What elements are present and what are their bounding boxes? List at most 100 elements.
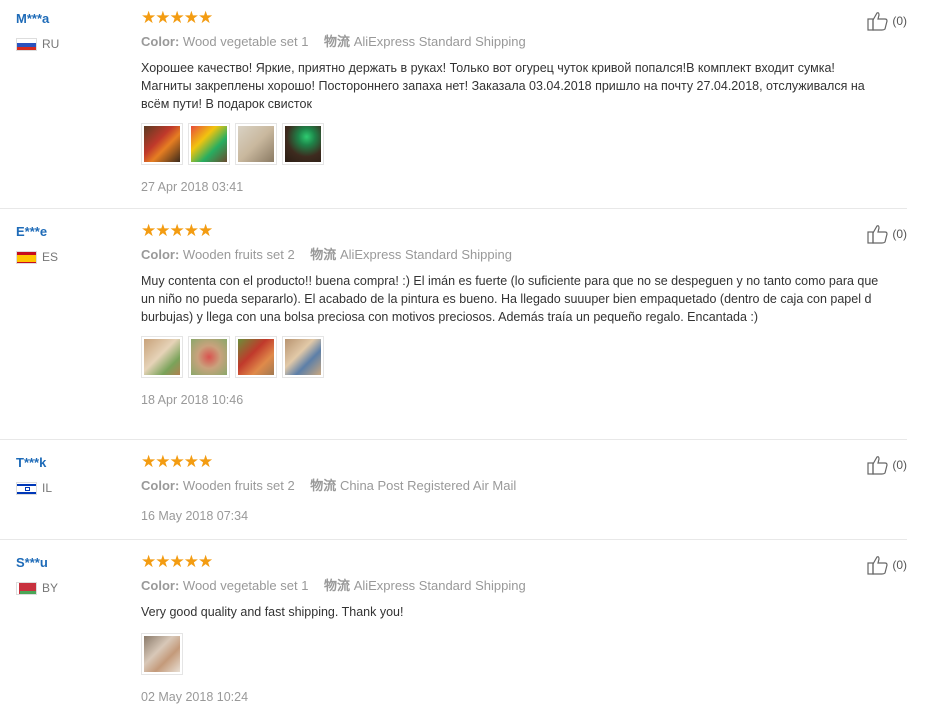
shipping-value: AliExpress Standard Shipping [339,247,512,262]
shipping-label: 物流 [310,478,337,493]
flag-es-icon [16,250,37,264]
country-code: IL [42,481,53,495]
color-value: Wood vegetable set 1 [182,578,309,593]
review-photos [141,336,881,378]
thumbs-up-icon [867,456,888,475]
review-content: ★ ★ ★ ★ ★ Color: Wooden fruits set 2 物流 AliE… [141,221,881,408]
star-icon: ★ [141,221,156,240]
star-icon: ★ [183,552,199,571]
review-photo-thumbnail[interactable] [235,336,277,378]
review-item: M***a RU ★ ★ ★ ★ ★ Color: Wood vegetable set… [0,0,907,209]
shipping-label: 物流 [324,34,351,49]
star-rating: ★ ★ ★ ★ ★ [141,552,881,571]
star-rating: ★ ★ ★ ★ ★ [141,221,881,240]
review-date: 18 Apr 2018 10:46 [141,393,244,407]
review-content: ★ ★ ★ ★ ★ Color: Wood vegetable set 1 物流 Ali… [141,8,881,195]
thumbs-up-icon [867,12,888,31]
country-code: ES [42,250,59,264]
star-icon: ★ [155,221,170,240]
helpful-button[interactable]: (0) [867,455,907,475]
helpful-button[interactable]: (0) [867,224,907,244]
color-label: Color: [141,34,180,49]
review-photo-thumbnail[interactable] [141,633,183,675]
review-photos [141,123,881,165]
flag-by-icon [16,581,37,595]
review-date: 27 Apr 2018 03:41 [141,180,244,194]
reviewer-country: ES [16,250,58,264]
shipping-value: AliExpress Standard Shipping [353,578,526,593]
helpful-button[interactable]: (0) [867,555,907,575]
reviewer-info: M***a RU [16,11,59,51]
review-photo-thumbnail[interactable] [282,123,324,165]
reviewer-name[interactable]: T***k [16,455,52,471]
shipping-label: 物流 [324,578,351,593]
review-date: 16 May 2018 07:34 [141,509,249,523]
star-icon: ★ [155,452,170,471]
star-icon: ★ [169,552,185,571]
review-content: ★ ★ ★ ★ ★ Color: Wooden fruits set 2 物流 Chin… [141,452,881,524]
star-icon: ★ [198,452,213,471]
thumbs-up-icon [867,556,888,575]
shipping-label: 物流 [310,247,337,262]
reviewer-country: BY [16,581,58,595]
star-icon: ★ [169,452,185,471]
country-code: BY [42,581,59,595]
color-label: Color: [141,578,180,593]
star-rating: ★ ★ ★ ★ ★ [141,452,881,471]
review-photo-thumbnail[interactable] [188,123,230,165]
star-icon: ★ [169,221,185,240]
star-icon: ★ [198,8,213,27]
country-code: RU [42,37,60,51]
helpful-count: (0) [892,558,907,572]
shipping-value: China Post Registered Air Mail [339,478,517,493]
reviewer-country: RU [16,37,59,51]
star-icon: ★ [183,221,199,240]
star-icon: ★ [155,8,170,27]
shipping-value: AliExpress Standard Shipping [353,34,526,49]
review-meta: Color: Wood vegetable set 1 物流 AliExpres… [141,578,881,594]
star-icon: ★ [183,8,199,27]
review-meta: Color: Wooden fruits set 2 物流 AliExpress… [141,247,881,263]
star-icon: ★ [198,552,213,571]
review-content: ★ ★ ★ ★ ★ Color: Wood vegetable set 1 物流 Ali… [141,552,881,705]
helpful-count: (0) [892,14,907,28]
review-date: 02 May 2018 10:24 [141,690,249,704]
review-item: S***u BY ★ ★ ★ ★ ★ Color: Wood vegetable set… [0,540,907,712]
helpful-button[interactable]: (0) [867,11,907,31]
flag-il-icon [16,481,37,495]
reviewer-country: IL [16,481,52,495]
review-photo-thumbnail[interactable] [141,336,183,378]
review-meta: Color: Wood vegetable set 1 物流 AliExpres… [141,34,881,50]
star-icon: ★ [141,8,156,27]
reviewer-name[interactable]: M***a [16,11,59,27]
review-meta: Color: Wooden fruits set 2 物流 China Post… [141,478,881,494]
review-text: Muy contenta con el producto!! buena com… [141,274,879,324]
review-photo-thumbnail[interactable] [141,123,183,165]
star-rating: ★ ★ ★ ★ ★ [141,8,881,27]
color-value: Wooden fruits set 2 [182,247,295,262]
star-icon: ★ [198,221,213,240]
reviewer-name[interactable]: E***e [16,224,58,240]
star-icon: ★ [183,452,199,471]
review-photo-thumbnail[interactable] [282,336,324,378]
reviewer-info: T***k IL [16,455,52,495]
star-icon: ★ [169,8,185,27]
review-item: E***e ES ★ ★ ★ ★ ★ Color: Wooden fruits set … [0,209,907,440]
star-icon: ★ [141,552,156,571]
review-text: Хорошее качество! Яркие, приятно держать… [141,61,865,111]
reviewer-info: E***e ES [16,224,58,264]
thumbs-up-icon [867,225,888,244]
review-photos [141,633,881,675]
color-label: Color: [141,247,180,262]
color-label: Color: [141,478,180,493]
star-icon: ★ [155,552,170,571]
review-photo-thumbnail[interactable] [188,336,230,378]
review-item: T***k IL ★ ★ ★ ★ ★ Color: Wooden fruits set … [0,440,907,540]
helpful-count: (0) [892,227,907,241]
review-photo-thumbnail[interactable] [235,123,277,165]
reviewer-info: S***u BY [16,555,58,595]
star-icon: ★ [141,452,156,471]
reviewer-name[interactable]: S***u [16,555,58,571]
color-value: Wood vegetable set 1 [182,34,309,49]
color-value: Wooden fruits set 2 [182,478,295,493]
